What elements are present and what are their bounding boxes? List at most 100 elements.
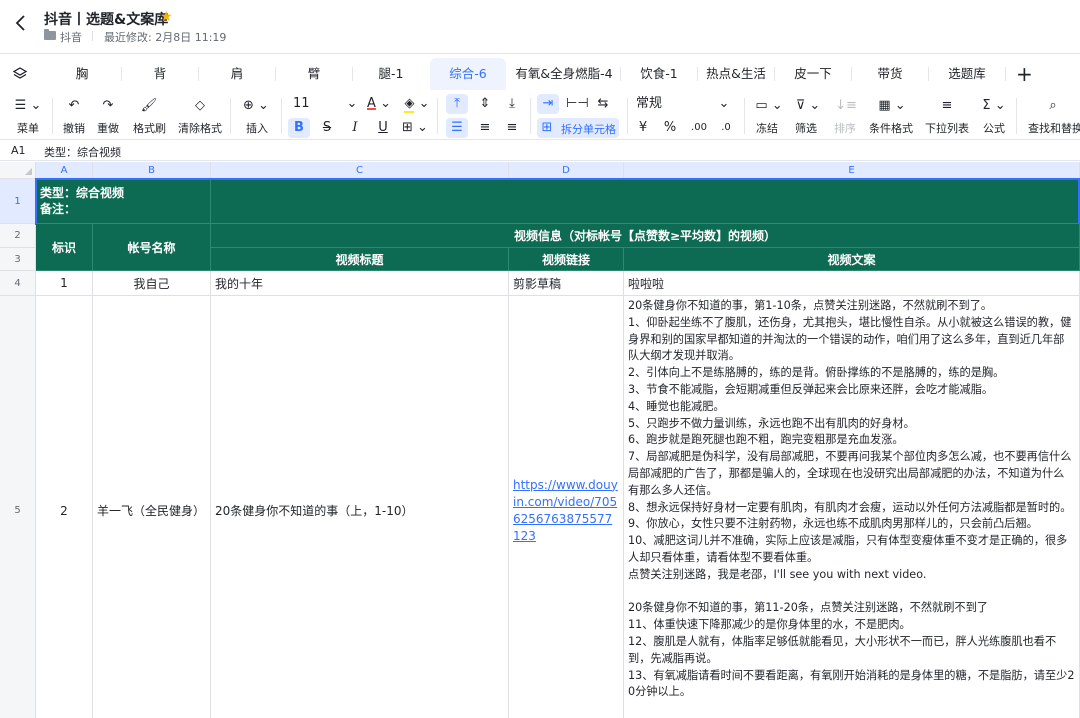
header-account-name[interactable]: 帐号名称 <box>93 224 211 271</box>
align-bottom-icon[interactable]: ⤓ <box>503 96 521 112</box>
header-video-link[interactable]: 视频链接 <box>509 248 624 271</box>
decrease-decimal-icon[interactable]: .00 <box>690 120 708 136</box>
cell-a5[interactable]: 2 <box>36 296 93 718</box>
conditional-format-button[interactable]: 条件格式 <box>869 120 913 136</box>
tab-back[interactable]: 背 <box>122 58 198 90</box>
strikethrough-icon[interactable]: S <box>318 120 336 136</box>
merge-cell-icon[interactable]: ⊞ <box>540 120 554 136</box>
tab-chest[interactable]: 胸 <box>44 58 120 90</box>
row-header-5[interactable]: 5 <box>0 296 36 718</box>
cell-c5[interactable]: 20条健身你不知道的事（上，1-10） <box>211 296 509 718</box>
freeze-icon[interactable]: ▭ ⌄ <box>755 98 783 114</box>
insert-button[interactable]: 插入 <box>246 120 268 136</box>
cell-b5[interactable]: 羊一飞（全民健身） <box>93 296 211 718</box>
percent-icon[interactable]: % <box>662 120 678 136</box>
cell-e5[interactable]: 20条健身你不知道的事，第1-10条，点赞关注别迷路，不然就刷不到了。 1、仰卧… <box>624 296 1080 718</box>
header-video-copy[interactable]: 视频文案 <box>624 248 1080 271</box>
wrap-text-icon[interactable]: ⇥ <box>539 96 557 112</box>
row-header-1[interactable]: 1 <box>0 179 36 224</box>
header-video-info[interactable]: 视频信息（对标帐号【点赞数≥平均数】的视频） <box>211 224 1080 248</box>
sigma-icon[interactable]: Σ ⌄ <box>980 98 1008 114</box>
cell-d5[interactable]: https://www.douyin.com/video/70562567638… <box>509 296 624 718</box>
tab-diet[interactable]: 饮食-1 <box>621 58 697 90</box>
format-painter-icon[interactable]: 🖌 <box>139 98 159 114</box>
row-header-3[interactable]: 3 <box>0 248 36 271</box>
align-center-icon[interactable]: ≡ <box>476 120 494 136</box>
redo-icon[interactable]: ↷ <box>98 98 118 114</box>
split-cell-button[interactable]: 拆分单元格 <box>561 121 616 137</box>
tab-leg[interactable]: 腿-1 <box>353 58 429 90</box>
cell-b4[interactable]: 我自己 <box>93 271 211 296</box>
header-id[interactable]: 标识 <box>36 224 93 271</box>
font-color-icon[interactable]: A ⌄ <box>366 96 392 112</box>
cell-a4[interactable]: 1 <box>36 271 93 296</box>
filter-button[interactable]: 筛选 <box>795 120 817 136</box>
header-video-title[interactable]: 视频标题 <box>211 248 509 271</box>
freeze-button[interactable]: 冻结 <box>756 120 778 136</box>
tab-shoulder[interactable]: 肩 <box>199 58 275 90</box>
find-replace-button[interactable]: 查找和替换 <box>1028 120 1080 136</box>
eraser-icon[interactable]: ◇ <box>190 98 210 114</box>
star-icon[interactable]: ★ <box>160 9 173 25</box>
underline-icon[interactable]: U <box>374 120 392 136</box>
align-right-icon[interactable]: ≡ <box>503 120 521 136</box>
back-arrow-icon[interactable] <box>14 14 32 36</box>
bold-icon[interactable]: B <box>290 120 308 136</box>
video-link[interactable]: https://www.douyin.com/video/70562567638… <box>513 477 619 545</box>
align-middle-icon[interactable]: ⇕ <box>476 96 494 112</box>
tab-topic-library[interactable]: 选题库 <box>929 58 1005 90</box>
border-icon[interactable]: ⊞ ⌄ <box>401 120 429 136</box>
formula-input[interactable]: 类型：综合视频 <box>44 144 121 160</box>
row-header-4[interactable]: 4 <box>0 271 36 296</box>
row-header-2[interactable]: 2 <box>0 224 36 248</box>
find-replace-icon[interactable]: ⌕ <box>1044 98 1062 114</box>
tab-hot-topics[interactable]: 热点&生活 <box>698 58 774 90</box>
cell-c1[interactable] <box>211 179 1080 224</box>
font-size-select[interactable]: 11 <box>293 96 313 112</box>
conditional-format-icon[interactable]: ▦ ⌄ <box>878 98 906 114</box>
chevron-down-icon[interactable]: ⌄ <box>718 96 730 112</box>
column-header-a[interactable]: A <box>36 162 93 179</box>
sort-icon[interactable]: ↓≡ <box>832 98 860 114</box>
increase-decimal-icon[interactable]: .0 <box>717 120 735 136</box>
dropdown-list-icon[interactable]: ≡ <box>938 98 956 114</box>
tab-sales[interactable]: 带货 <box>852 58 928 90</box>
add-sheet-icon[interactable]: + <box>1016 62 1033 86</box>
format-painter-button[interactable]: 格式刷 <box>133 120 166 136</box>
select-all-corner[interactable] <box>0 162 36 179</box>
overflow-icon[interactable]: ⊢⊣ <box>566 96 589 112</box>
layers-icon[interactable] <box>12 66 28 82</box>
column-header-c[interactable]: C <box>211 162 509 179</box>
column-header-d[interactable]: D <box>509 162 624 179</box>
cell-reference[interactable]: A1 <box>11 144 26 157</box>
cell-a1-type[interactable]: 类型：综合视频 备注： <box>36 179 211 224</box>
dropdown-list-button[interactable]: 下拉列表 <box>925 120 969 136</box>
column-header-e[interactable]: E <box>624 162 1080 179</box>
number-format-select[interactable]: 常规 <box>636 96 676 112</box>
chevron-down-icon[interactable]: ⌄ <box>346 96 358 112</box>
folder-name[interactable]: 抖音 <box>60 29 82 45</box>
undo-icon[interactable]: ↶ <box>64 98 84 114</box>
tab-comprehensive[interactable]: 综合-6 <box>430 58 506 90</box>
formula-button[interactable]: 公式 <box>983 120 1005 136</box>
cell-d4[interactable]: 剪影草稿 <box>509 271 624 296</box>
document-title[interactable]: 抖音丨选题&文案库 <box>44 9 168 29</box>
clear-format-button[interactable]: 清除格式 <box>178 120 222 136</box>
align-left-icon[interactable]: ☰ <box>448 120 466 136</box>
menu-button[interactable]: 菜单 <box>17 120 39 136</box>
align-top-icon[interactable]: ⤒ <box>448 96 466 112</box>
sort-button[interactable]: 排序 <box>834 120 856 136</box>
fill-color-icon[interactable]: ◈ ⌄ <box>403 96 431 113</box>
tab-arm[interactable]: 臂 <box>276 58 352 90</box>
clip-text-icon[interactable]: ⇆ <box>594 96 612 112</box>
menu-icon[interactable]: ☰ ⌄ <box>14 98 42 114</box>
insert-icon[interactable]: ⊕ ⌄ <box>242 98 270 114</box>
column-header-b[interactable]: B <box>93 162 211 179</box>
currency-icon[interactable]: ¥ <box>636 120 650 136</box>
undo-button[interactable]: 撤销 <box>63 120 85 136</box>
italic-icon[interactable]: I <box>346 120 364 136</box>
filter-icon[interactable]: ⊽ ⌄ <box>794 98 822 114</box>
cell-e4[interactable]: 啦啦啦 <box>624 271 1080 296</box>
tab-cardio[interactable]: 有氧&全身燃脂-4 <box>508 58 620 90</box>
tab-fun[interactable]: 皮一下 <box>775 58 851 90</box>
